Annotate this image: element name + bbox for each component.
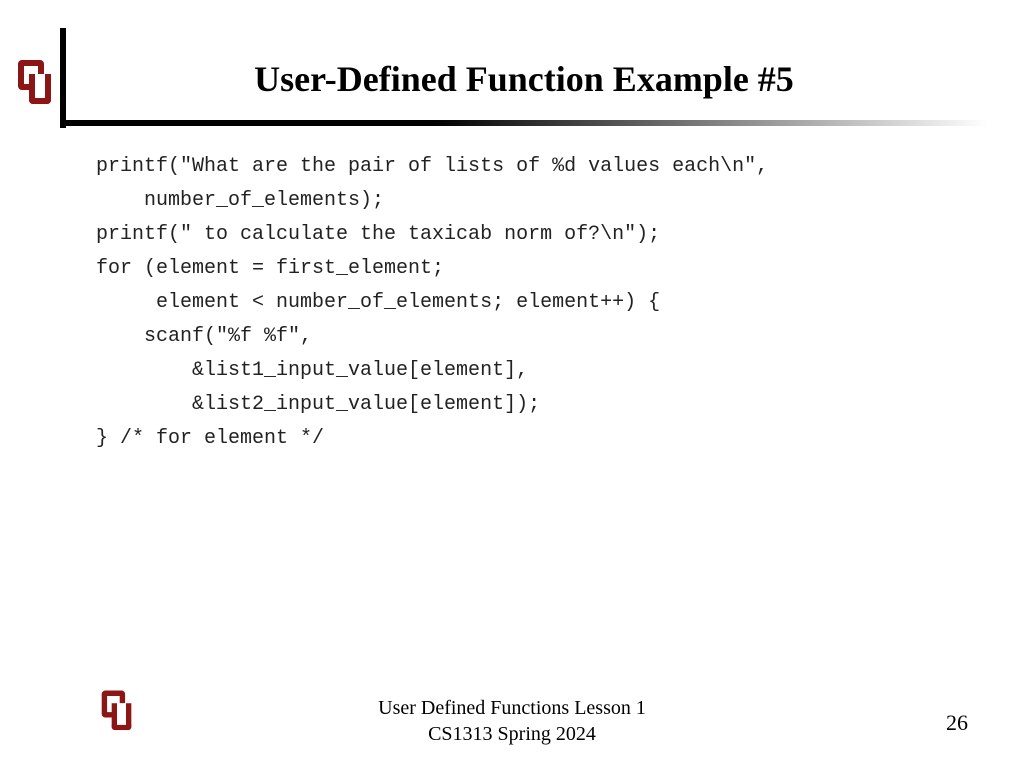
footer-line-1: User Defined Functions Lesson 1 [0, 695, 1024, 721]
footer: User Defined Functions Lesson 1 CS1313 S… [0, 695, 1024, 747]
slide: User-Defined Function Example #5 printf(… [0, 0, 1024, 768]
title-horizontal-rule [66, 120, 988, 126]
footer-line-2: CS1313 Spring 2024 [0, 721, 1024, 747]
ou-logo-bottom-icon [102, 691, 133, 737]
code-block: printf("What are the pair of lists of %d… [96, 150, 976, 456]
ou-logo-top-icon [18, 60, 52, 111]
slide-title: User-Defined Function Example #5 [60, 58, 988, 100]
page-number: 26 [946, 710, 968, 736]
title-area: User-Defined Function Example #5 [60, 28, 988, 128]
